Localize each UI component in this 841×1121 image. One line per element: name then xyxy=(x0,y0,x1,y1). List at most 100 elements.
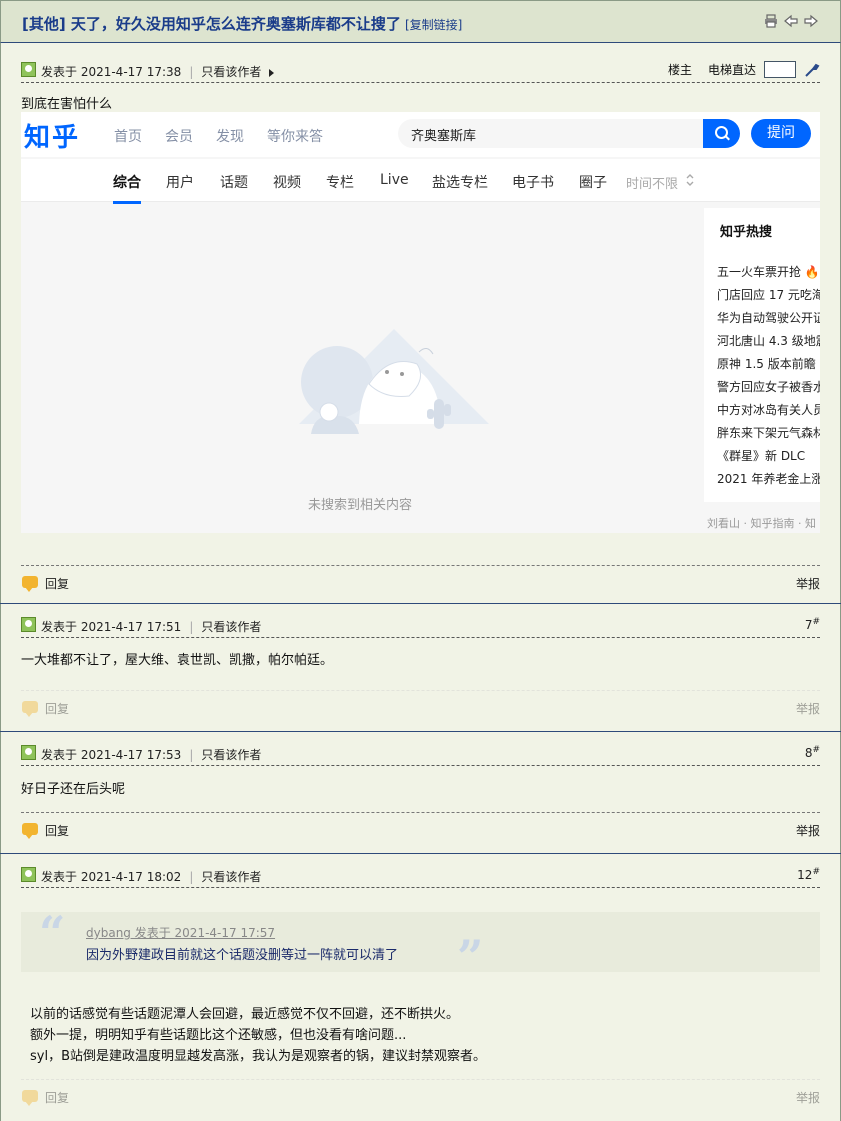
post-12: 发表于 2021-4-17 18:02 | 只看该作者 12# 以前的话感觉有些话题… xyxy=(0,854,841,1121)
post-8: 发表于 2021-4-17 17:53 | 只看该作者 8# 好日子还在后头呢 回复… xyxy=(0,732,841,854)
hot-item: 《群星》新 DLC xyxy=(717,449,806,463)
reply-button[interactable]: 回复 xyxy=(21,1089,69,1106)
floor-jump-input[interactable] xyxy=(764,61,796,78)
zhihu-tab-live: Live xyxy=(380,172,409,188)
floor-number[interactable]: 7# xyxy=(805,617,820,632)
hot-item: 警方回应女子被香水 xyxy=(717,380,820,394)
next-thread-icon[interactable] xyxy=(804,14,818,28)
zhihu-tab-columns: 专栏 xyxy=(326,175,354,191)
thread-header: [其他] 天了，好久没用知乎怎么连齐奥塞斯库都不让搜了 [复制链接] xyxy=(0,0,841,43)
hot-item: 五一火车票开抢 🔥 xyxy=(717,265,820,279)
reply-icon xyxy=(22,1090,38,1106)
zhihu-tab-videos: 视频 xyxy=(273,175,301,191)
post-header: 发表于 2021-4-17 17:38 | 只看该作者 楼主 电梯直达 xyxy=(21,55,820,83)
post-footer: 回复 举报 xyxy=(21,1079,820,1107)
zhihu-footer: 刘看山 · 知乎指南 · 知 xyxy=(707,517,816,530)
hot-item: 胖东来下架元气森林 xyxy=(717,426,820,440)
expand-arrow-icon[interactable] xyxy=(269,68,275,77)
post-meta: 发表于 2021-4-17 17:53 | 只看该作者 xyxy=(41,748,262,762)
report-button[interactable]: 举报 xyxy=(796,1089,820,1106)
post-meta: 发表于 2021-4-17 17:51 | 只看该作者 xyxy=(41,620,262,634)
quote-text: 因为外野建政目前就这个话题没删等过一阵就可以清了 xyxy=(86,948,399,963)
post-footer: 回复 举报 xyxy=(21,565,820,593)
user-icon[interactable] xyxy=(21,617,36,632)
zhihu-topbar: 知乎 首页 会员 发现 等你来答 齐奥塞斯库 提问 xyxy=(21,112,820,157)
prev-thread-icon[interactable] xyxy=(784,14,798,28)
post-line: 额外一提，明明知乎有些话题比这个还敏感，但也没看有啥问题... xyxy=(30,1028,407,1043)
only-author-link[interactable]: 只看该作者 xyxy=(201,65,261,79)
zhihu-tab-salt: 盐选专栏 xyxy=(432,175,488,191)
fire-icon: 🔥 xyxy=(804,265,820,279)
post-body: 以前的话感觉有些话题泥潭人会回避，最近感觉不仅不回避，还不断拱火。 额外一提，明… xyxy=(30,1004,486,1067)
only-author-link[interactable]: 只看该作者 xyxy=(201,620,261,634)
zhihu-nav-discover: 发现 xyxy=(216,129,244,145)
hot-item: 河北唐山 4.3 级地震 xyxy=(717,334,820,348)
only-author-link[interactable]: 只看该作者 xyxy=(201,748,261,762)
post-body: 一大堆都不让了，屋大维、袁世凯、凯撒，帕尔帕廷。 xyxy=(21,653,334,668)
post-time: 发表于 2021-4-17 17:38 xyxy=(41,65,182,79)
reply-button[interactable]: 回复 xyxy=(21,700,69,717)
zhihu-time-filter: 时间不限 xyxy=(626,177,679,192)
copy-link-button[interactable]: [复制链接] xyxy=(405,18,462,32)
post-line: syl，B站倒是建政温度明显越发高涨，我认为是观察者的锅，建议封禁观察者。 xyxy=(30,1049,486,1064)
louzhu-label: 楼主 xyxy=(667,63,692,77)
zhihu-tab-circle: 圈子 xyxy=(579,175,607,191)
hot-item: 华为自动驾驶公开证 xyxy=(717,311,820,325)
post-7: 发表于 2021-4-17 17:51 | 只看该作者 7# 一大堆都不让了，屋大维… xyxy=(0,604,841,732)
zhihu-nav-vip: 会员 xyxy=(165,129,193,145)
reply-button[interactable]: 回复 xyxy=(21,822,69,839)
empty-state-illustration-icon xyxy=(299,329,489,434)
header-tools xyxy=(764,14,818,28)
reply-icon xyxy=(22,823,38,839)
zhihu-search-input: 齐奥塞斯库 xyxy=(398,119,703,148)
user-icon[interactable] xyxy=(21,745,36,760)
zhihu-logo: 知乎 xyxy=(24,123,81,153)
reply-button[interactable]: 回复 xyxy=(21,575,69,592)
zhihu-tab-all: 综合 xyxy=(113,172,141,204)
zhihu-search-icon xyxy=(703,119,740,148)
thread-title-text: [其他] 天了，好久没用知乎怎么连齐奥塞斯库都不让搜了 xyxy=(22,15,401,33)
report-button[interactable]: 举报 xyxy=(796,575,820,592)
quote-author-link[interactable]: dybang 发表于 2021-4-17 17:57 xyxy=(86,924,275,941)
quote-block: “ dybang 发表于 2021-4-17 17:57 因为外野建政目前就这个… xyxy=(21,906,820,984)
post-header: 发表于 2021-4-17 17:51 | 只看该作者 7# xyxy=(21,610,820,638)
zhihu-screenshot: 知乎 首页 会员 发现 等你来答 齐奥塞斯库 提问 综合 用户 话题 视频 专栏… xyxy=(21,112,820,533)
zhihu-tab-topics: 话题 xyxy=(220,175,248,191)
zhihu-nav: 首页 会员 发现 等你来答 xyxy=(114,126,323,146)
hot-item: 门店回应 17 元吃海 xyxy=(717,288,820,302)
user-icon[interactable] xyxy=(21,867,36,882)
close-quote-icon: ” xyxy=(457,930,484,984)
thread-title: [其他] 天了，好久没用知乎怎么连齐奥塞斯库都不让搜了 [复制链接] xyxy=(22,13,462,34)
chevron-updown-icon xyxy=(686,174,694,186)
post-header: 发表于 2021-4-17 17:53 | 只看该作者 8# xyxy=(21,738,820,766)
user-icon[interactable] xyxy=(21,62,36,77)
report-button[interactable]: 举报 xyxy=(796,700,820,717)
hot-item: 原神 1.5 版本前瞻 xyxy=(717,357,816,371)
post-footer: 回复 举报 xyxy=(21,812,820,840)
only-author-link[interactable]: 只看该作者 xyxy=(201,870,261,884)
reply-icon xyxy=(22,576,38,592)
open-quote-icon: “ xyxy=(39,906,66,960)
zhihu-hot-panel: 知乎热搜 五一火车票开抢 🔥 门店回应 17 元吃海 华为自动驾驶公开证 河北唐… xyxy=(704,208,820,502)
hot-item: 中方对冰岛有关人员 xyxy=(717,403,820,417)
report-button[interactable]: 举报 xyxy=(796,822,820,839)
zhihu-nav-waiting: 等你来答 xyxy=(267,129,323,145)
post-meta: 发表于 2021-4-17 17:38 | 只看该作者 xyxy=(41,63,275,80)
hot-item: 2021 年养老金上涨 xyxy=(717,472,820,486)
zhihu-tab-ebook: 电子书 xyxy=(512,175,554,191)
zhihu-hot-title: 知乎热搜 xyxy=(720,225,773,240)
jump-wrench-icon[interactable] xyxy=(804,62,820,78)
floor-tools: 楼主 电梯直达 xyxy=(668,61,820,78)
post-header: 发表于 2021-4-17 18:02 | 只看该作者 12# xyxy=(21,860,820,888)
zhihu-tabs: 综合 用户 话题 视频 专栏 Live 盐选专栏 电子书 圈子 时间不限 xyxy=(21,159,820,204)
reply-icon xyxy=(22,701,38,717)
zhihu-empty-text: 未搜索到相关内容 xyxy=(307,498,412,513)
print-icon[interactable] xyxy=(764,14,778,28)
zhihu-hot-list: 五一火车票开抢 🔥 门店回应 17 元吃海 华为自动驾驶公开证 河北唐山 4.3… xyxy=(717,263,820,493)
floor-number[interactable]: 8# xyxy=(805,745,820,760)
elevator-label: 电梯直达 xyxy=(707,63,756,77)
zhihu-nav-home: 首页 xyxy=(114,129,142,145)
zhihu-tab-users: 用户 xyxy=(166,175,194,191)
floor-number[interactable]: 12# xyxy=(797,867,820,882)
zhihu-results: 未搜索到相关内容 xyxy=(21,204,699,533)
